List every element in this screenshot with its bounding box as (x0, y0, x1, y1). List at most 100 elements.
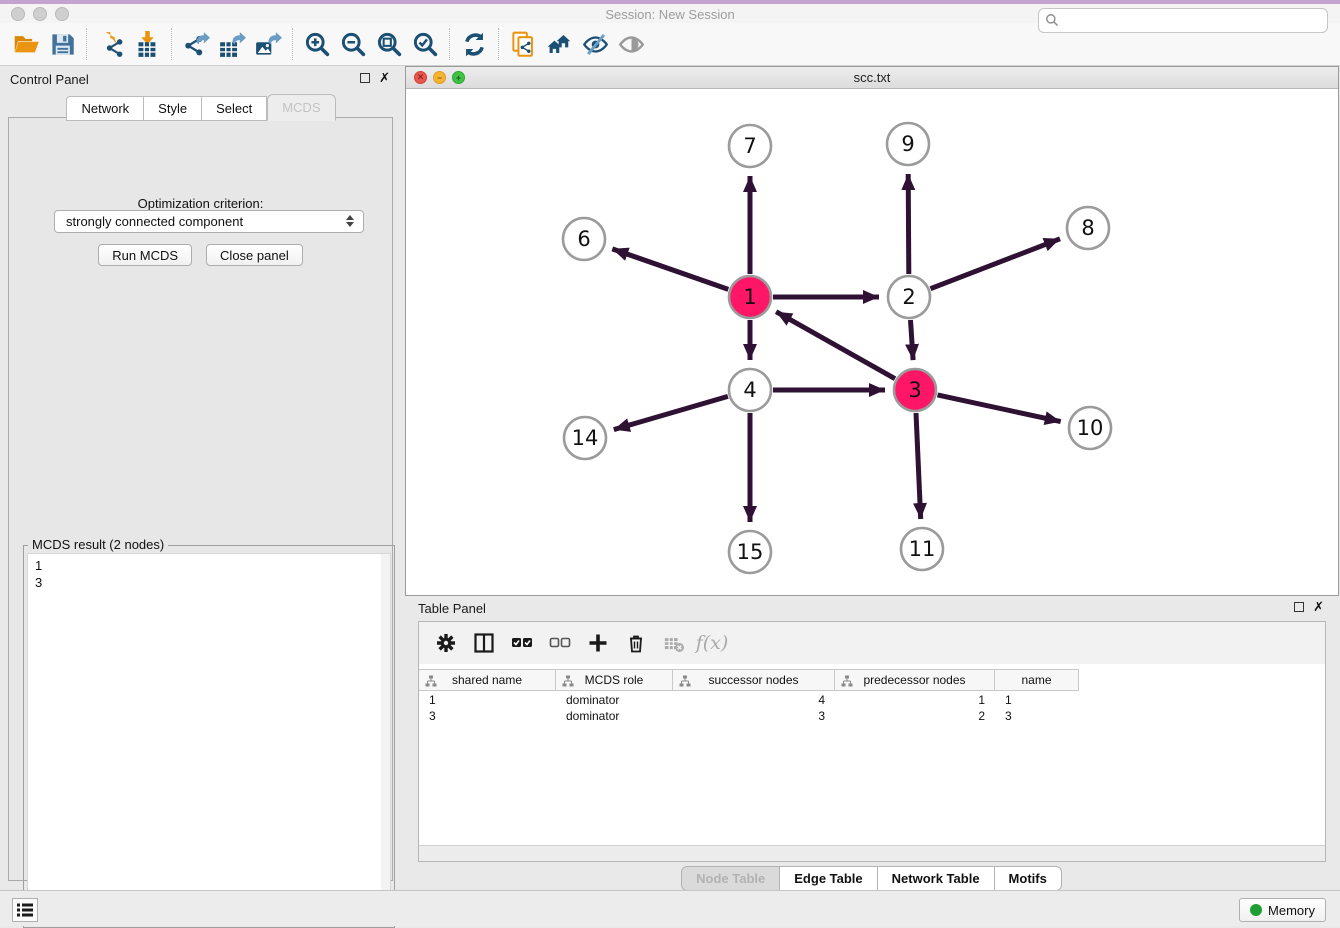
float-panel-icon[interactable] (360, 73, 370, 83)
column-header-MCDS-role[interactable]: MCDS role (556, 670, 673, 690)
column-header-name[interactable]: name (995, 670, 1079, 690)
column-header-predecessor-nodes[interactable]: predecessor nodes (835, 670, 995, 690)
network-canvas[interactable]: 7 9 6 8 1 2 4 3 14 10 15 11 (406, 89, 1338, 595)
column-header-successor-nodes[interactable]: successor nodes (673, 670, 835, 690)
node-1[interactable]: 1 (729, 276, 771, 318)
gear-button[interactable] (429, 627, 463, 659)
table-row[interactable]: 1dominator411 (419, 692, 1325, 708)
node-label: 3 (908, 378, 921, 402)
network-window-titlebar[interactable]: ✕ − + scc.txt (406, 67, 1338, 89)
unselect-all-columns-button[interactable] (543, 627, 577, 659)
open-session-button[interactable] (8, 27, 44, 61)
tab-network[interactable]: Network (66, 96, 144, 121)
search-input[interactable] (1038, 8, 1328, 33)
add-column-button[interactable] (581, 627, 615, 659)
import-network-icon (98, 31, 125, 58)
column-type-icon (679, 675, 691, 687)
import-table-icon (134, 31, 161, 58)
delete-column-icon (625, 632, 647, 654)
node-7[interactable]: 7 (729, 125, 771, 167)
export-network-button[interactable] (178, 27, 214, 61)
node-15[interactable]: 15 (729, 531, 771, 573)
node-6[interactable]: 6 (563, 218, 605, 260)
first-neighbors-button[interactable] (541, 27, 577, 61)
node-3[interactable]: 3 (894, 369, 936, 411)
edge-2-3[interactable] (911, 320, 914, 360)
function-builder-button[interactable]: f(x) (695, 627, 729, 659)
mcds-result-title: MCDS result (2 nodes) (28, 537, 168, 552)
close-table-panel-icon[interactable]: ✗ (1313, 602, 1324, 612)
table-cell[interactable]: 1 (835, 692, 995, 708)
edge-2-9[interactable] (908, 174, 909, 274)
task-history-button[interactable] (12, 898, 38, 922)
column-header-shared-name[interactable]: shared name (419, 670, 556, 690)
tab-network-table[interactable]: Network Table (878, 866, 995, 891)
memory-button[interactable]: Memory (1239, 898, 1326, 922)
show-all-button[interactable] (613, 27, 649, 61)
column-type-icon (841, 675, 853, 687)
edge-3-11[interactable] (916, 413, 921, 519)
tab-style[interactable]: Style (144, 96, 202, 121)
edge-3-1[interactable] (776, 312, 895, 379)
import-table-button[interactable] (129, 27, 165, 61)
zoom-out-button[interactable] (335, 27, 371, 61)
edge-1-6[interactable] (612, 249, 728, 290)
node-2[interactable]: 2 (888, 276, 930, 318)
table-cell[interactable]: dominator (556, 692, 673, 708)
delete-table-button[interactable] (657, 627, 691, 659)
export-table-button[interactable] (214, 27, 250, 61)
zoom-fit-button[interactable] (371, 27, 407, 61)
select-all-columns-button[interactable] (505, 627, 539, 659)
import-network-button[interactable] (93, 27, 129, 61)
search-icon (1045, 13, 1059, 27)
apply-layout-icon (461, 31, 488, 58)
edge-3-10[interactable] (938, 395, 1061, 422)
table-scroll-strip[interactable] (419, 845, 1325, 861)
zoom-in-button[interactable] (299, 27, 335, 61)
mcds-result-list[interactable]: 1 3 (27, 553, 391, 924)
zoom-selected-icon (412, 31, 439, 58)
node-table: f(x) shared nameMCDS rolesuccessor nodes… (418, 621, 1326, 862)
edge-4-14[interactable] (614, 396, 728, 429)
tab-edge-table[interactable]: Edge Table (780, 866, 877, 891)
tab-node-table[interactable]: Node Table (681, 866, 780, 891)
optimization-criterion-label: Optimization criterion: (9, 196, 392, 211)
split-columns-button[interactable] (467, 627, 501, 659)
table-cell[interactable]: 1 (419, 692, 556, 708)
table-cell[interactable]: 3 (419, 708, 556, 724)
node-10[interactable]: 10 (1069, 407, 1111, 449)
node-8[interactable]: 8 (1067, 207, 1109, 249)
table-row[interactable]: 3dominator323 (419, 708, 1325, 724)
table-cell[interactable]: 3 (673, 708, 835, 724)
table-cell[interactable]: 3 (995, 708, 1079, 724)
node-9[interactable]: 9 (887, 123, 929, 165)
float-table-panel-icon[interactable] (1294, 602, 1304, 612)
delete-table-icon (663, 632, 685, 654)
table-cell[interactable]: 2 (835, 708, 995, 724)
scrollbar-track[interactable] (381, 554, 390, 923)
close-panel-button[interactable]: Close panel (206, 244, 303, 266)
table-cell[interactable]: dominator (556, 708, 673, 724)
export-image-button[interactable] (250, 27, 286, 61)
tab-motifs[interactable]: Motifs (995, 866, 1062, 891)
table-cell[interactable]: 1 (995, 692, 1079, 708)
node-14[interactable]: 14 (564, 417, 606, 459)
network-from-selection-button[interactable] (505, 27, 541, 61)
tab-mcds[interactable]: MCDS (267, 94, 335, 121)
toolbar-separator (449, 28, 450, 60)
close-panel-icon[interactable]: ✗ (379, 73, 390, 83)
apply-layout-button[interactable] (456, 27, 492, 61)
zoom-selected-button[interactable] (407, 27, 443, 61)
table-tabs: Node TableEdge TableNetwork TableMotifs (405, 866, 1338, 891)
optimization-criterion-select[interactable]: strongly connected component (54, 210, 364, 233)
table-cell[interactable]: 4 (673, 692, 835, 708)
run-mcds-button[interactable]: Run MCDS (98, 244, 192, 266)
node-4[interactable]: 4 (729, 369, 771, 411)
tab-select[interactable]: Select (202, 96, 267, 121)
save-session-button[interactable] (44, 27, 80, 61)
delete-column-button[interactable] (619, 627, 653, 659)
edge-2-8[interactable] (931, 239, 1061, 289)
node-11[interactable]: 11 (901, 528, 943, 570)
add-column-icon (587, 632, 609, 654)
hide-selected-button[interactable] (577, 27, 613, 61)
